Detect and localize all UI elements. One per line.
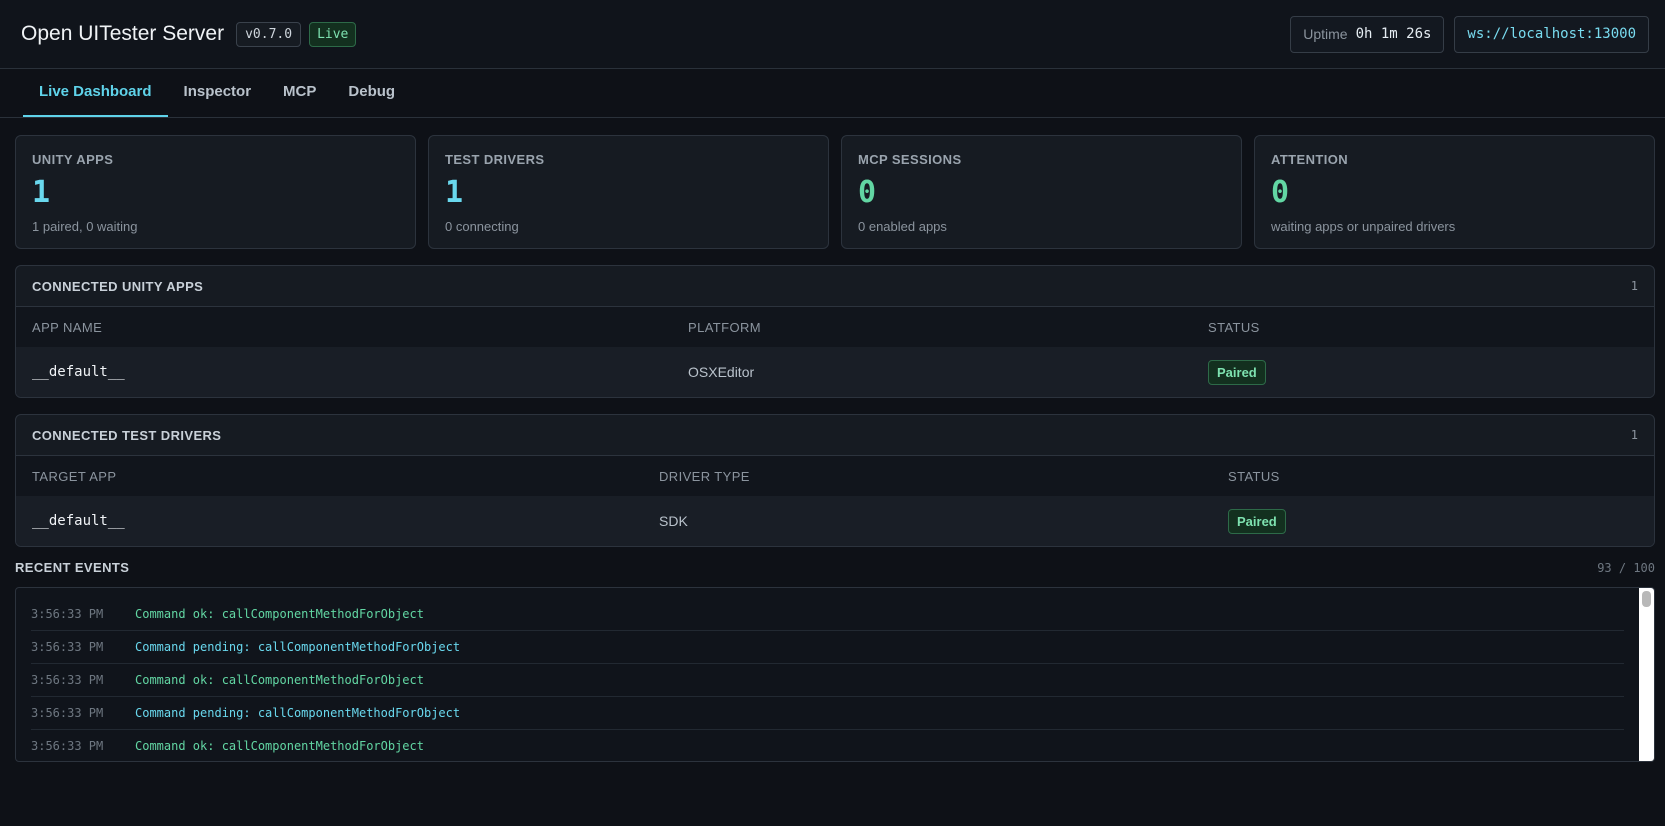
panel-header: CONNECTED TEST DRIVERS 1 <box>16 415 1654 456</box>
panel-title: CONNECTED UNITY APPS <box>32 278 204 294</box>
event-message: Command ok: callComponentMethodForObject <box>135 607 424 621</box>
stat-subtext: 1 paired, 0 waiting <box>32 219 138 234</box>
tab-mcp[interactable]: MCP <box>267 68 332 117</box>
table-header: APP NAME PLATFORM STATUS <box>16 307 1654 347</box>
events-log[interactable]: 3:56:33 PM Command ok: callComponentMeth… <box>15 587 1655 762</box>
uptime-label: Uptime <box>1303 26 1348 42</box>
event-message: Command pending: callComponentMethodForO… <box>135 640 461 654</box>
stat-card-test-drivers: TEST DRIVERS 1 0 connecting <box>428 135 829 249</box>
event-time: 3:56:33 PM <box>31 706 104 720</box>
stat-label: ATTENTION <box>1271 152 1349 167</box>
unity-apps-panel: CONNECTED UNITY APPS 1 APP NAME PLATFORM… <box>15 265 1655 398</box>
version-badge: v0.7.0 <box>236 21 302 47</box>
recent-events-count: 93 / 100 <box>1597 560 1655 575</box>
event-time: 3:56:33 PM <box>31 673 104 687</box>
event-message: Command ok: callComponentMethodForObject <box>135 739 424 753</box>
header-left: Open UITester Server v0.7.0 Live <box>21 21 357 47</box>
stat-label: TEST DRIVERS <box>445 152 545 167</box>
stat-value: 0 <box>1271 175 1290 210</box>
status-badge: Paired <box>1208 359 1266 385</box>
event-row: 3:56:33 PM Command ok: callComponentMeth… <box>31 664 1624 697</box>
target-app-cell: __default__ <box>32 513 125 529</box>
event-time: 3:56:33 PM <box>31 739 104 753</box>
stat-subtext: waiting apps or unpaired drivers <box>1271 219 1456 234</box>
driver-type-cell: SDK <box>659 513 688 529</box>
table-header: TARGET APP DRIVER TYPE STATUS <box>16 456 1654 496</box>
main-tabs: Live Dashboard Inspector MCP Debug <box>0 69 1665 118</box>
live-status-badge: Live <box>309 21 357 47</box>
stat-value: 1 <box>32 175 51 210</box>
stat-card-mcp-sessions: MCP SESSIONS 0 0 enabled apps <box>841 135 1242 249</box>
table-row[interactable]: __default__ OSXEditor Paired <box>16 347 1654 397</box>
column-header-driver-type: DRIVER TYPE <box>659 468 750 484</box>
app-title: Open UITester Server <box>21 22 225 45</box>
stat-subtext: 0 enabled apps <box>858 219 947 234</box>
app-header: Open UITester Server v0.7.0 Live Uptime … <box>0 0 1665 69</box>
test-drivers-panel: CONNECTED TEST DRIVERS 1 TARGET APP DRIV… <box>15 414 1655 547</box>
event-row: 3:56:33 PM Command pending: callComponen… <box>31 697 1624 730</box>
status-cell: Paired <box>1208 359 1266 385</box>
stat-value: 1 <box>445 175 464 210</box>
panel-count: 1 <box>1630 279 1638 293</box>
tab-inspector[interactable]: Inspector <box>168 68 268 117</box>
stat-card-attention: ATTENTION 0 waiting apps or unpaired dri… <box>1254 135 1655 249</box>
table-row[interactable]: __default__ SDK Paired <box>16 496 1654 546</box>
column-header-status: STATUS <box>1208 319 1260 335</box>
status-badge: Paired <box>1228 508 1286 534</box>
app-name-cell: __default__ <box>32 364 125 380</box>
events-scrollbar[interactable] <box>1639 588 1654 761</box>
recent-events-header: RECENT EVENTS 93 / 100 <box>15 560 1655 575</box>
stat-value: 0 <box>858 175 877 210</box>
column-header-target-app: TARGET APP <box>32 468 117 484</box>
stat-card-unity-apps: UNITY APPS 1 1 paired, 0 waiting <box>15 135 416 249</box>
scrollbar-thumb[interactable] <box>1642 591 1651 607</box>
event-message: Command pending: callComponentMethodForO… <box>135 706 461 720</box>
panel-count: 1 <box>1630 428 1638 442</box>
column-header-status: STATUS <box>1228 468 1280 484</box>
tab-debug[interactable]: Debug <box>332 68 411 117</box>
uptime-value: 0h 1m 26s <box>1355 26 1432 42</box>
event-row: 3:56:33 PM Command ok: callComponentMeth… <box>31 730 1624 761</box>
column-header-app-name: APP NAME <box>32 319 103 335</box>
stat-label: MCP SESSIONS <box>858 152 962 167</box>
status-cell: Paired <box>1228 508 1286 534</box>
stat-subtext: 0 connecting <box>445 219 519 234</box>
panel-header: CONNECTED UNITY APPS 1 <box>16 266 1654 307</box>
event-time: 3:56:33 PM <box>31 640 104 654</box>
tab-live-dashboard[interactable]: Live Dashboard <box>23 68 168 117</box>
uptime-indicator: Uptime 0h 1m 26s <box>1290 15 1445 53</box>
header-right: Uptime 0h 1m 26s ws://localhost:13000 <box>1290 15 1649 53</box>
event-row: 3:56:33 PM Command ok: callComponentMeth… <box>31 598 1624 631</box>
panel-title: CONNECTED TEST DRIVERS <box>32 427 222 443</box>
event-message: Command ok: callComponentMethodForObject <box>135 673 424 687</box>
event-row: 3:56:33 PM Command pending: callComponen… <box>31 631 1624 664</box>
stats-row: UNITY APPS 1 1 paired, 0 waiting TEST DR… <box>15 135 1655 249</box>
column-header-platform: PLATFORM <box>688 319 762 335</box>
event-time: 3:56:33 PM <box>31 607 104 621</box>
websocket-url[interactable]: ws://localhost:13000 <box>1454 15 1649 53</box>
stat-label: UNITY APPS <box>32 152 114 167</box>
recent-events-title: RECENT EVENTS <box>15 560 130 575</box>
platform-cell: OSXEditor <box>688 364 755 380</box>
